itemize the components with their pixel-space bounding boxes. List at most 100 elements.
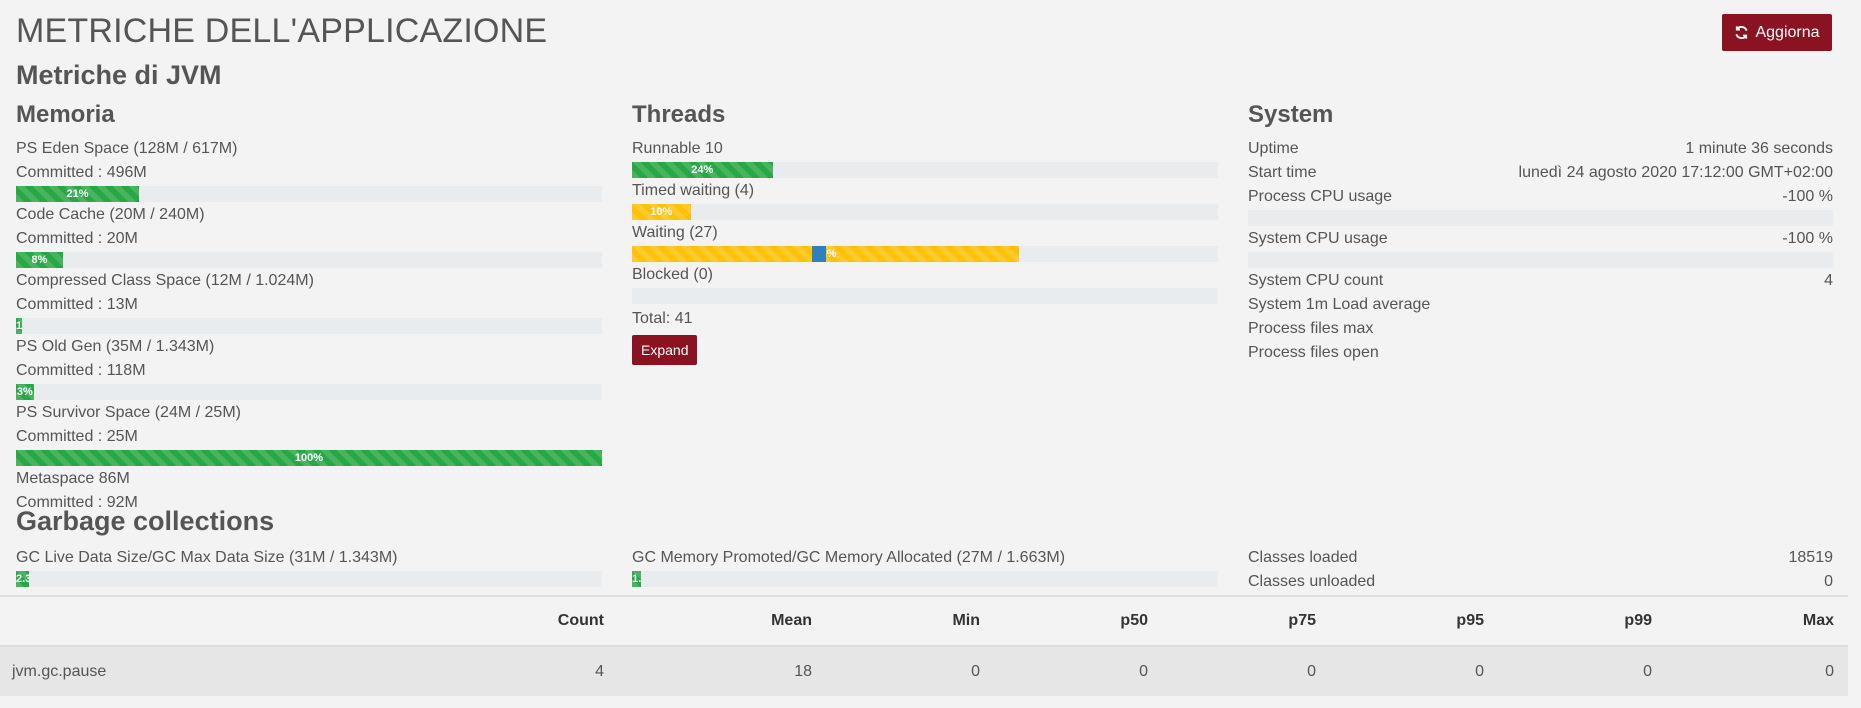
system-cpu-value: -100 % (1782, 230, 1833, 247)
cpu-count-label: System CPU count (1248, 272, 1384, 289)
gc-live-section: GC Live Data Size/GC Max Data Size (31M … (16, 546, 602, 588)
system-cpu-bar (1248, 252, 1833, 268)
thread-state-label: Blocked (0) (632, 266, 713, 283)
process-cpu-bar (1248, 210, 1833, 226)
refresh-icon (1735, 25, 1749, 40)
memory-item-label: Metaspace 86M (16, 470, 130, 487)
memory-item: Code Cache (20M / 240M) Committed : 20M … (16, 203, 602, 268)
start-time-row: Start time lunedì 24 agosto 2020 17:12:0… (1248, 161, 1833, 185)
classes-loaded-label: Classes loaded (1248, 549, 1358, 566)
classes-unloaded-row: Classes unloaded 0 (1248, 570, 1833, 594)
page-title: METRICHE DELL'APPLICAZIONE (16, 12, 548, 50)
gc-promoted-label: GC Memory Promoted/GC Memory Allocated (… (632, 549, 1066, 566)
gc-live-fill: 2.3 (16, 571, 30, 587)
start-time-label: Start time (1248, 164, 1317, 181)
cpu-count-row: System CPU count 4 (1248, 269, 1833, 293)
classes-unloaded-value: 0 (1824, 573, 1833, 590)
gc-table-header: p95 (1456, 612, 1484, 629)
system-section: System Uptime 1 minute 36 seconds Start … (1248, 100, 1833, 365)
classes-loaded-row: Classes loaded 18519 (1248, 546, 1833, 570)
gc-table-header: p50 (1120, 612, 1148, 629)
memory-item-committed: Committed : 496M (16, 164, 147, 181)
thread-progress-fill: 24% (632, 162, 773, 178)
table-cell: 0 (971, 662, 980, 680)
system-cpu-label: System CPU usage (1248, 230, 1388, 247)
memory-item-label: PS Old Gen (35M / 1.343M) (16, 338, 215, 355)
memory-item-committed: Committed : 20M (16, 230, 138, 247)
system-title: System (1248, 101, 1334, 128)
files-open-label: Process files open (1248, 344, 1379, 361)
gc-table-header: Mean (771, 612, 812, 629)
threads-title: Threads (632, 101, 726, 128)
refresh-label: Aggiorna (1755, 23, 1820, 41)
cpu-count-value: 4 (1824, 272, 1833, 289)
thread-progress-fill: 10% (632, 204, 691, 220)
process-cpu-value: -100 % (1782, 188, 1833, 205)
table-cell: 0 (1475, 662, 1484, 680)
thread-progress-bar: 66% (632, 246, 1218, 262)
memory-progress-fill: 100% (16, 450, 602, 466)
table-cell: 0 (1643, 662, 1652, 680)
memory-item-label: PS Eden Space (128M / 617M) (16, 140, 238, 157)
thread-state-label: Waiting (27) (632, 224, 718, 241)
load-average-label: System 1m Load average (1248, 296, 1431, 313)
thread-progress-bar (632, 288, 1218, 304)
gc-promoted-fill: 1. (632, 571, 642, 587)
memory-item: PS Old Gen (35M / 1.343M) Committed : 11… (16, 335, 602, 400)
gc-table-header: Min (952, 612, 980, 629)
start-time-value: lunedì 24 agosto 2020 17:12:00 GMT+02:00 (1518, 164, 1833, 181)
memory-item-label: Code Cache (20M / 240M) (16, 206, 205, 223)
uptime-row: Uptime 1 minute 36 seconds (1248, 137, 1833, 161)
classes-loaded-value: 18519 (1788, 549, 1834, 566)
gc-title: Garbage collections (16, 506, 275, 536)
gc-table: Count Mean Min p50 p75 p95 p99 Max jvm.g… (0, 595, 1848, 696)
expand-button[interactable]: Expand (632, 335, 698, 365)
gc-table-header: Max (1802, 612, 1834, 629)
gc-live-label: GC Live Data Size/GC Max Data Size (31M … (16, 549, 398, 566)
memory-progress-fill: 1 (16, 318, 22, 334)
memory-item-committed: Committed : 13M (16, 296, 138, 313)
memory-item: Compressed Class Space (12M / 1.024M) Co… (16, 269, 602, 334)
uptime-value: 1 minute 36 seconds (1685, 140, 1833, 157)
memory-progress-bar: 8% (16, 252, 602, 268)
table-cell: 0 (1139, 662, 1148, 680)
memory-progress-fill: 21% (16, 186, 140, 202)
classes-unloaded-label: Classes unloaded (1248, 573, 1376, 590)
gc-live-bar: 2.3 (16, 571, 602, 587)
memory-item: PS Eden Space (128M / 617M) Committed : … (16, 137, 602, 202)
memory-title: Memoria (16, 101, 115, 128)
table-cell: 18 (794, 662, 812, 680)
thread-progress-marker (812, 246, 826, 262)
thread-progress-bar: 10% (632, 204, 1218, 220)
memory-progress-fill: 8% (16, 252, 63, 268)
gc-table-header-row: Count Mean Min p50 p75 p95 p99 Max (0, 596, 1848, 646)
gc-table-header: p99 (1624, 612, 1652, 629)
threads-total: Total: 41 (632, 310, 693, 327)
process-cpu-label: Process CPU usage (1248, 188, 1393, 205)
page: METRICHE DELL'APPLICAZIONE Aggiorna Metr… (0, 0, 1861, 708)
files-max-label: Process files max (1248, 320, 1374, 337)
memory-item-committed: Committed : 25M (16, 428, 138, 445)
gc-table-header (0, 596, 400, 646)
memory-item-label: Compressed Class Space (12M / 1.024M) (16, 272, 314, 289)
jvm-metrics-title: Metriche di JVM (16, 60, 222, 90)
table-cell: 4 (595, 662, 604, 680)
uptime-label: Uptime (1248, 140, 1299, 157)
memory-item: PS Survivor Space (24M / 25M) Committed … (16, 401, 602, 466)
table-cell: 0 (1307, 662, 1316, 680)
memory-progress-bar: 1 (16, 318, 602, 334)
memory-progress-bar: 100% (16, 450, 602, 466)
threads-section: Threads Runnable 10 24% Timed waiting (4… (632, 100, 1218, 365)
thread-progress-bar: 24% (632, 162, 1218, 178)
classes-section: Classes loaded 18519 Classes unloaded 0 (1248, 546, 1833, 594)
thread-state-label: Runnable 10 (632, 140, 723, 157)
refresh-button[interactable]: Aggiorna (1722, 14, 1832, 51)
thread-state-label: Timed waiting (4) (632, 182, 755, 199)
gc-promoted-bar: 1. (632, 571, 1218, 587)
memory-item-label: PS Survivor Space (24M / 25M) (16, 404, 241, 421)
memory-item-committed: Committed : 118M (16, 362, 146, 379)
memory-progress-fill: 3% (16, 384, 34, 400)
gc-table-header: p75 (1288, 612, 1316, 629)
table-row: jvm.gc.pause 4 18 0 0 0 0 0 0 (0, 646, 1848, 696)
table-cell: jvm.gc.pause (12, 662, 107, 680)
